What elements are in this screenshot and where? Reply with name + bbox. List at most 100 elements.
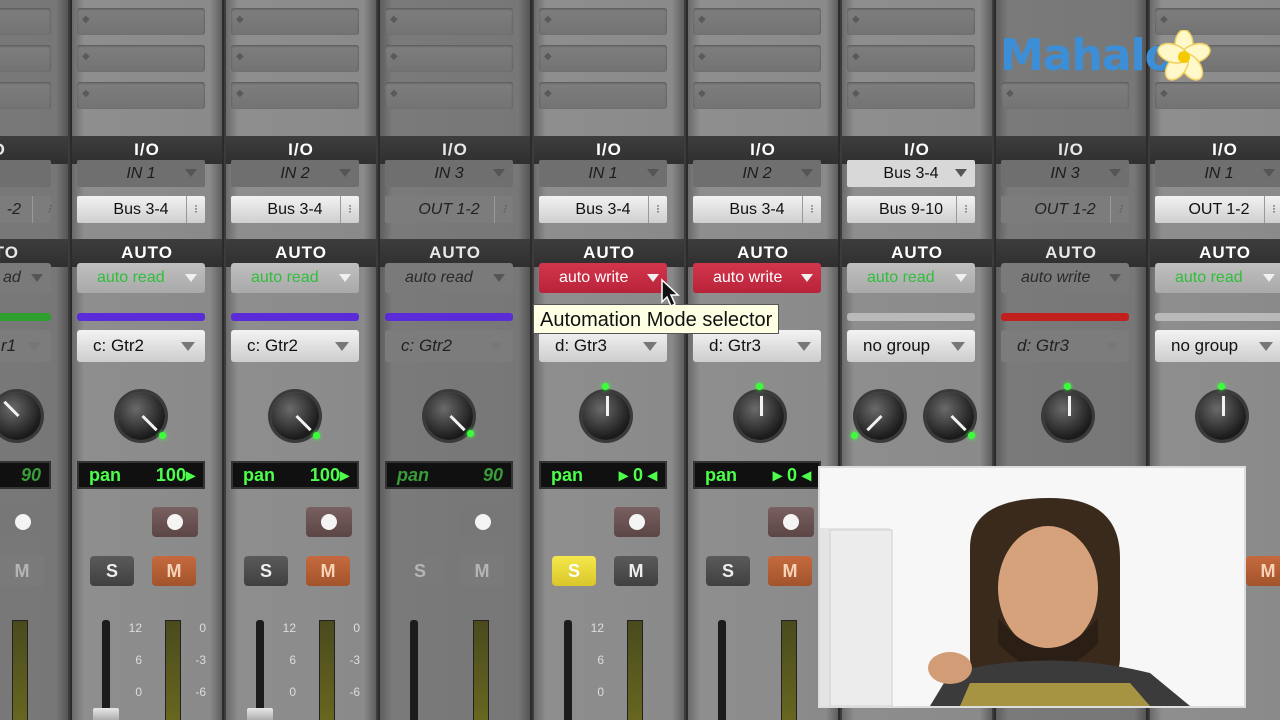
record-button[interactable] <box>460 507 506 537</box>
insert-slot[interactable] <box>385 8 513 35</box>
presenter-image <box>820 468 1244 706</box>
output-selector[interactable]: -2 ⁝ <box>0 196 51 223</box>
mute-button[interactable]: M <box>460 556 504 586</box>
solo-button[interactable]: S <box>90 556 134 586</box>
pan-knob[interactable] <box>736 383 784 440</box>
volume-fader[interactable] <box>410 620 418 720</box>
output-selector[interactable]: Bus 3-4 ⁝ <box>231 196 359 223</box>
automation-mode-selector[interactable]: auto read <box>77 263 205 293</box>
insert-slot[interactable] <box>847 45 975 72</box>
track-color-bar <box>1001 313 1129 321</box>
group-selector[interactable]: r1 <box>0 330 51 362</box>
input-selector[interactable] <box>0 160 51 187</box>
fader-handle[interactable] <box>247 708 273 720</box>
record-button[interactable] <box>306 507 352 537</box>
insert-slot[interactable] <box>0 8 51 35</box>
automation-mode-selector[interactable]: auto read <box>385 263 513 293</box>
group-selector[interactable]: c: Gtr2 <box>77 330 205 362</box>
insert-slot[interactable] <box>231 82 359 109</box>
pan-knob-right[interactable] <box>926 392 975 440</box>
solo-button[interactable]: S <box>244 556 288 586</box>
input-selector[interactable]: IN 2 <box>231 160 359 187</box>
automation-mode-selector[interactable]: auto read <box>231 263 359 293</box>
pan-display: pan 100▸ <box>77 461 205 489</box>
solo-button[interactable]: S <box>552 556 596 586</box>
group-selector[interactable]: no group <box>1155 330 1280 362</box>
pan-knob-left[interactable] <box>851 392 904 440</box>
mute-button[interactable]: M <box>152 556 196 586</box>
automation-mode-selector[interactable]: auto read <box>1155 263 1280 293</box>
insert-slot[interactable] <box>231 8 359 35</box>
output-selector[interactable]: OUT 1-2 ⁝ <box>385 196 513 223</box>
insert-slot[interactable] <box>847 82 975 109</box>
output-selector[interactable]: Bus 3-4 ⁝ <box>693 196 821 223</box>
group-selector[interactable]: d: Gtr3 <box>1001 330 1129 362</box>
output-selector[interactable]: Bus 3-4 ⁝ <box>539 196 667 223</box>
insert-slot[interactable] <box>231 45 359 72</box>
record-button[interactable] <box>768 507 814 537</box>
output-selector[interactable]: Bus 3-4 ⁝ <box>77 196 205 223</box>
channel-strip: I/O IN 1 Bus 3-4⁝ AUTO auto write d: Gtr… <box>534 0 684 720</box>
input-selector[interactable]: IN 3 <box>1001 160 1129 187</box>
output-selector[interactable]: OUT 1-2 ⁝ <box>1155 196 1280 223</box>
pan-knob[interactable] <box>1044 383 1092 440</box>
insert-slot[interactable] <box>0 45 51 72</box>
automation-mode-selector[interactable]: auto write <box>1001 263 1129 293</box>
insert-slot[interactable] <box>539 8 667 35</box>
volume-fader[interactable] <box>718 620 726 720</box>
input-selector[interactable]: IN 1 <box>539 160 667 187</box>
solo-button[interactable]: S <box>706 556 750 586</box>
mute-button[interactable]: M <box>614 556 658 586</box>
insert-slot[interactable] <box>77 82 205 109</box>
pan-knob[interactable] <box>582 383 630 440</box>
mute-button[interactable]: M <box>1246 556 1280 586</box>
volume-fader[interactable] <box>256 620 264 720</box>
record-button[interactable] <box>152 507 198 537</box>
input-selector[interactable]: IN 1 <box>1155 160 1280 187</box>
group-selector[interactable]: c: Gtr2 <box>385 330 513 362</box>
pan-knob[interactable] <box>1198 383 1246 440</box>
mute-button[interactable]: M <box>0 556 44 586</box>
insert-slot[interactable] <box>0 82 51 109</box>
insert-slot[interactable] <box>385 82 513 109</box>
record-button[interactable] <box>0 507 46 537</box>
insert-slot[interactable] <box>847 8 975 35</box>
record-button[interactable] <box>614 507 660 537</box>
pan-knob[interactable] <box>117 392 166 440</box>
output-selector[interactable]: Bus 9-10 ⁝ <box>847 196 975 223</box>
output-selector[interactable]: OUT 1-2 ⁝ <box>1001 196 1129 223</box>
input-selector[interactable]: IN 2 <box>693 160 821 187</box>
insert-slot[interactable] <box>693 8 821 35</box>
input-selector[interactable]: IN 3 <box>385 160 513 187</box>
track-color-bar <box>385 313 513 321</box>
insert-slot[interactable] <box>693 82 821 109</box>
automation-mode-selector[interactable]: ad <box>0 263 51 293</box>
insert-slot[interactable] <box>539 45 667 72</box>
insert-slot[interactable] <box>385 45 513 72</box>
insert-slot[interactable] <box>1155 82 1280 109</box>
insert-slot[interactable] <box>77 8 205 35</box>
fader-handle[interactable] <box>93 708 119 720</box>
automation-mode-selector[interactable]: auto write <box>539 263 667 293</box>
insert-slot[interactable] <box>693 45 821 72</box>
insert-slot[interactable] <box>1001 82 1129 109</box>
mute-button[interactable]: M <box>306 556 350 586</box>
insert-slot[interactable] <box>539 82 667 109</box>
insert-slot[interactable] <box>77 45 205 72</box>
automation-mode-selector[interactable]: auto read <box>847 263 975 293</box>
group-selector[interactable]: no group <box>847 330 975 362</box>
level-meter <box>12 620 28 720</box>
pan-knob[interactable] <box>0 392 41 440</box>
group-selector[interactable]: c: Gtr2 <box>231 330 359 362</box>
automation-mode-selector[interactable]: auto write <box>693 263 821 293</box>
pan-knob[interactable] <box>425 392 474 440</box>
volume-fader[interactable] <box>564 620 572 720</box>
solo-button[interactable]: S <box>398 556 442 586</box>
volume-fader[interactable] <box>102 620 110 720</box>
pan-display: pan ▸ 0 ◂ <box>693 461 821 489</box>
pan-knob[interactable] <box>271 392 320 440</box>
input-selector[interactable]: IN 1 <box>77 160 205 187</box>
mute-button[interactable]: M <box>768 556 812 586</box>
fader-scale: 12 6 0 <box>282 621 296 699</box>
input-selector[interactable]: Bus 3-4 <box>847 160 975 187</box>
